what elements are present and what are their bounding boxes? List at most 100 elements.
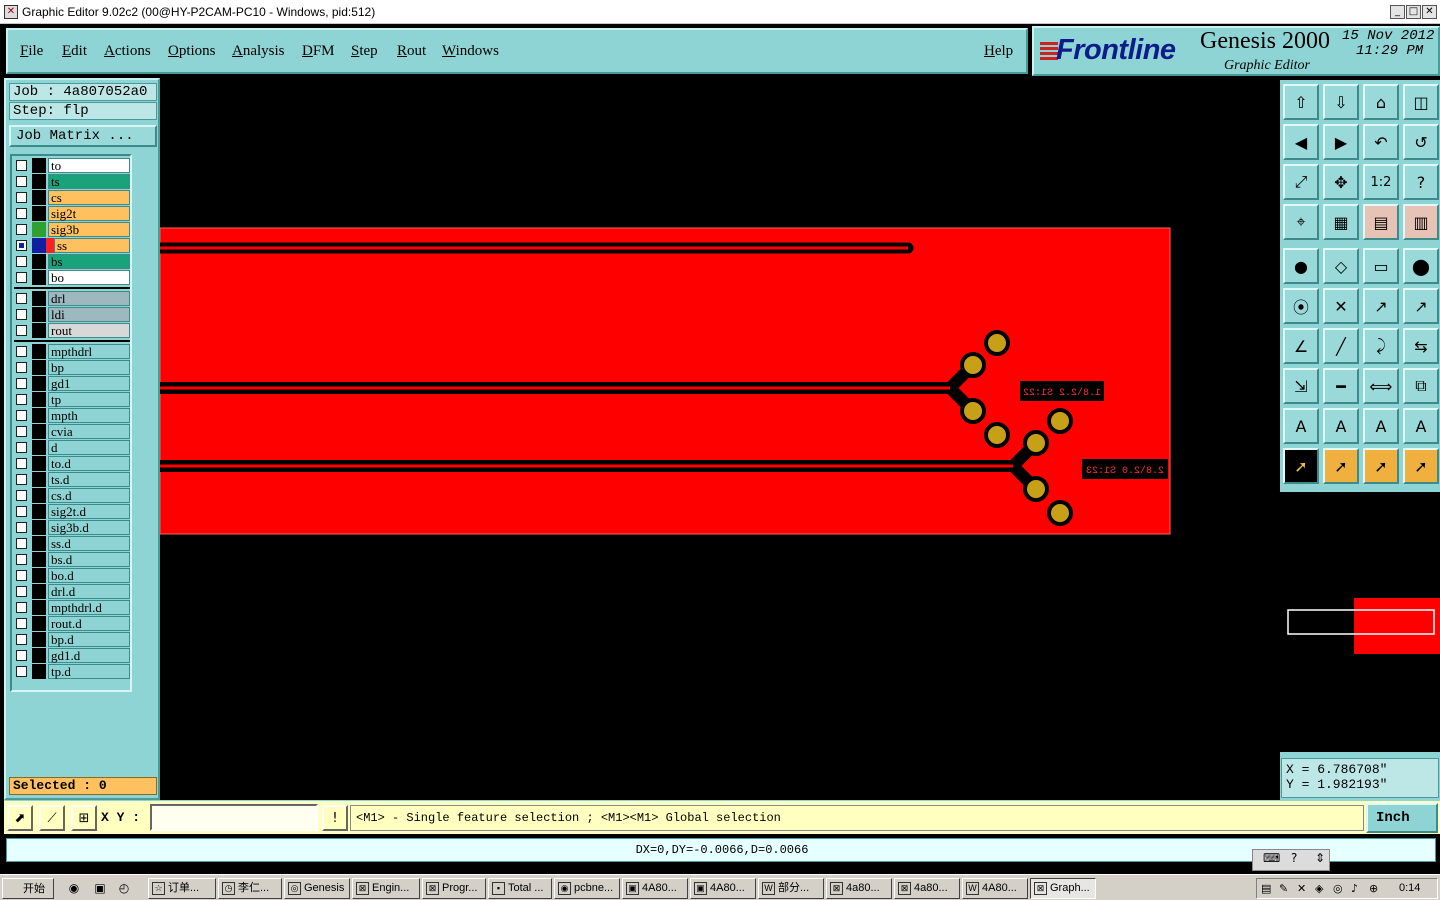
layer-row-bp[interactable]: bp xyxy=(14,360,130,375)
layer-name[interactable]: ts.d xyxy=(48,472,130,487)
layer-display-slot[interactable] xyxy=(32,291,46,306)
layer-row-bo.d[interactable]: bo.d xyxy=(14,568,130,583)
layer-display-slot[interactable] xyxy=(32,307,46,322)
graphic-canvas[interactable]: 1.8\2.2 S1:22 2.8\2.0 S1:23 xyxy=(154,80,1280,800)
menu-step[interactable]: Step xyxy=(351,43,378,60)
layer-row-ss[interactable]: ss xyxy=(14,238,130,253)
layer-row-sig2t.d[interactable]: sig2t.d xyxy=(14,504,130,519)
layer-display-slot[interactable] xyxy=(32,174,46,189)
menu-options[interactable]: Options xyxy=(168,43,216,60)
layer-checkbox[interactable] xyxy=(16,293,27,304)
layer-name[interactable]: mpth xyxy=(48,408,130,423)
arrow-left-icon[interactable]: ◀ xyxy=(1283,124,1319,160)
menu-file[interactable]: File xyxy=(20,43,43,60)
layer-display-slot[interactable] xyxy=(32,408,46,423)
layer-display-slot[interactable] xyxy=(32,360,46,375)
layer-display-slot[interactable] xyxy=(32,584,46,599)
layer-checkbox[interactable] xyxy=(16,224,27,235)
layer-name[interactable]: ss xyxy=(54,238,130,253)
layer-row-bs[interactable]: bs xyxy=(14,254,130,269)
menu-rout[interactable]: Rout xyxy=(397,43,426,60)
layer-display-slot[interactable] xyxy=(32,158,46,173)
tray-network-icon[interactable]: ▤ xyxy=(1261,882,1271,895)
maximize-button[interactable]: □ xyxy=(1406,5,1421,19)
layer-checkbox[interactable] xyxy=(16,394,27,405)
layer-display-slot[interactable] xyxy=(32,536,46,551)
layer-name[interactable]: mpthdrl.d xyxy=(48,600,130,615)
layer-row-cs.d[interactable]: cs.d xyxy=(14,488,130,503)
menu-actions[interactable]: Actions xyxy=(104,43,151,60)
layer-display-slot[interactable] xyxy=(32,472,46,487)
layer-row-cs[interactable]: cs xyxy=(14,190,130,205)
zoom-one-to-two-icon[interactable]: 1:2 xyxy=(1363,164,1399,200)
menu-analysis[interactable]: Analysis xyxy=(232,43,285,60)
layer-row-ss.d[interactable]: ss.d xyxy=(14,536,130,551)
layer-row-mpthdrl[interactable]: mpthdrl xyxy=(14,344,130,359)
layer-checkbox[interactable] xyxy=(16,325,27,336)
layer-row-tp.d[interactable]: tp.d xyxy=(14,664,130,679)
layer-display-slot[interactable] xyxy=(32,616,46,631)
select-arrow-icon[interactable]: ➚ xyxy=(1323,448,1359,484)
layer-name[interactable]: gd1 xyxy=(48,376,130,391)
minimize-button[interactable]: _ xyxy=(1390,5,1405,19)
layer-display-slot[interactable] xyxy=(32,392,46,407)
layer-checkbox[interactable] xyxy=(16,666,27,677)
delete-icon[interactable]: ✕ xyxy=(1323,288,1359,324)
text-b-icon[interactable]: A xyxy=(1323,408,1359,444)
select-step-icon[interactable]: ➚ xyxy=(1403,448,1439,484)
text-a-icon[interactable]: A xyxy=(1283,408,1319,444)
undo-icon[interactable]: ↶ xyxy=(1363,124,1399,160)
layer-display-slot[interactable] xyxy=(32,488,46,503)
taskbar-button[interactable]: ◷ 李仁... xyxy=(218,878,282,899)
layer-row-rout.d[interactable]: rout.d xyxy=(14,616,130,631)
layer-checkbox[interactable] xyxy=(16,570,27,581)
layer-checkbox[interactable] xyxy=(16,208,27,219)
layer-row-gd1[interactable]: gd1 xyxy=(14,376,130,391)
circle-pad-icon[interactable]: ⬤ xyxy=(1403,248,1439,284)
layer-display-slot[interactable] xyxy=(32,323,46,338)
layer-display-slot[interactable] xyxy=(32,190,46,205)
clock-app-icon[interactable]: ◴ xyxy=(116,880,132,896)
layer-name[interactable]: drl.d xyxy=(48,584,130,599)
layer-name[interactable]: sig3b xyxy=(48,222,130,237)
layer-name[interactable]: ts xyxy=(48,174,130,189)
layer-row-ldi[interactable]: ldi xyxy=(14,307,130,322)
layer-display-slot[interactable] xyxy=(32,440,46,455)
layer-name[interactable]: bo xyxy=(48,270,130,285)
layer-checkbox[interactable] xyxy=(16,474,27,485)
open-job-icon[interactable]: ⇧ xyxy=(1283,84,1319,120)
layer-name[interactable]: sig2t.d xyxy=(48,504,130,519)
redraw-icon[interactable]: ↺ xyxy=(1403,124,1439,160)
mirror-icon[interactable]: ⇆ xyxy=(1403,328,1439,364)
layer-name[interactable]: bp xyxy=(48,360,130,375)
layer-display-slot[interactable] xyxy=(32,270,46,285)
layer-row-bs.d[interactable]: bs.d xyxy=(14,552,130,567)
layer-row-mpth[interactable]: mpth xyxy=(14,408,130,423)
layer-display-slot[interactable] xyxy=(32,344,46,359)
arrow-right-icon[interactable]: ▶ xyxy=(1323,124,1359,160)
layer-row-sig3b.d[interactable]: sig3b.d xyxy=(14,520,130,535)
layer-name[interactable]: to xyxy=(48,158,130,173)
layer-name[interactable]: sig2t xyxy=(48,206,130,221)
ie-icon[interactable]: ◉ xyxy=(66,880,82,896)
layer-display-slot[interactable] xyxy=(32,238,58,253)
layer-name[interactable]: d xyxy=(48,440,130,455)
measure-icon[interactable]: ⟺ xyxy=(1363,368,1399,404)
taskbar-button[interactable]: ⊠ Engin... xyxy=(352,878,420,899)
layer-row-mpthdrl.d[interactable]: mpthdrl.d xyxy=(14,600,130,615)
exclaim-button[interactable]: ! xyxy=(322,805,348,831)
taskbar-button[interactable]: ⊠ 4a80... xyxy=(826,878,892,899)
layer-checkbox[interactable] xyxy=(16,554,27,565)
layer-checkbox[interactable] xyxy=(16,458,27,469)
layer-name[interactable]: to.d xyxy=(48,456,130,471)
connect-icon[interactable]: ⦿ xyxy=(1283,288,1319,324)
layer-checkbox[interactable] xyxy=(16,602,27,613)
layer-checkbox[interactable] xyxy=(16,490,27,501)
layer-name[interactable]: bp.d xyxy=(48,632,130,647)
taskbar-button[interactable]: ▣ 4A80... xyxy=(622,878,688,899)
tray-app-icon[interactable]: ◎ xyxy=(1333,882,1343,895)
snap-icon[interactable]: ⌖ xyxy=(1283,204,1319,240)
taskbar-button[interactable]: ⊠ 4a80... xyxy=(894,878,960,899)
grid-icon[interactable]: ▦ xyxy=(1323,204,1359,240)
layer-row-to.d[interactable]: to.d xyxy=(14,456,130,471)
